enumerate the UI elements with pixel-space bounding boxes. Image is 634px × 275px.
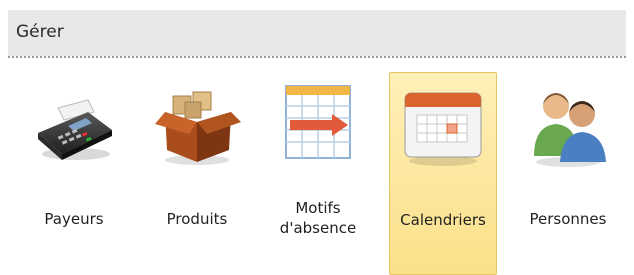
people-icon: [534, 93, 606, 167]
tile-label: Personnes: [529, 210, 607, 228]
tile-label-line: Motifs: [295, 199, 341, 217]
tile-label: Payeurs: [44, 210, 104, 228]
manage-tiles: Payeurs Produits Motifs d'absence Calend…: [0, 0, 634, 275]
tile-motifs-absence[interactable]: Motifs d'absence: [264, 72, 372, 275]
tile-produits[interactable]: Produits: [143, 72, 251, 275]
tile-calendriers[interactable]: Calendriers: [389, 72, 497, 275]
product-box-icon: [155, 91, 241, 165]
absence-reasons-icon: [285, 85, 351, 159]
tile-label: Produits: [166, 210, 228, 228]
tile-payeurs[interactable]: Payeurs: [20, 72, 128, 275]
tile-label: Calendriers: [400, 211, 486, 229]
tile-label-line: d'absence: [279, 219, 357, 237]
payment-terminal-icon: [38, 99, 112, 160]
calendar-icon: [404, 92, 482, 166]
tile-label: Motifs d'absence: [264, 198, 372, 238]
tile-personnes[interactable]: Personnes: [514, 72, 622, 275]
